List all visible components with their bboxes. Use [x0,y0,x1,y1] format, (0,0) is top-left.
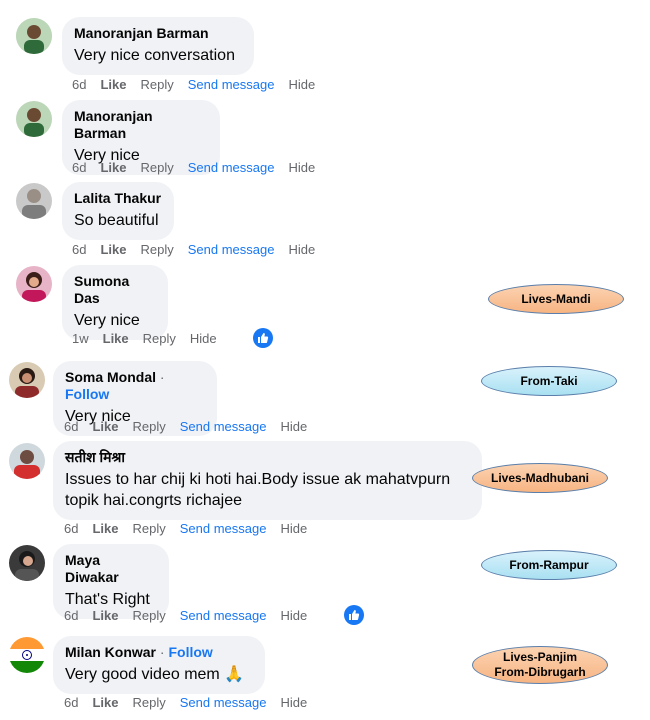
comment-text: Very nice conversation [74,47,235,64]
comment-actions: 6d Like Reply Send message Hide [64,608,321,624]
hide-button[interactable]: Hide [288,160,315,175]
comment-time[interactable]: 6d [64,419,78,434]
comment-actions: 1w Like Reply Hide [72,331,231,347]
comment-time[interactable]: 6d [64,695,78,710]
avatar[interactable] [16,18,52,54]
commenter-name[interactable]: Manoranjan Barman [74,25,242,42]
comment-text: Very nice [74,312,140,329]
avatar[interactable] [16,101,52,137]
avatar[interactable] [16,183,52,219]
send-message-button[interactable]: Send message [180,419,267,434]
comment-actions: 6d Like Reply Send message Hide [64,419,321,435]
india-flag-avatar[interactable] [9,637,45,673]
commenter-name[interactable]: Lalita Thakur [74,190,162,207]
reply-button[interactable]: Reply [140,242,173,257]
like-button[interactable]: Like [92,521,118,536]
follow-button[interactable]: Follow [168,644,212,660]
location-tag: Lives-Madhubani [472,463,608,493]
separator-dot: · [156,644,169,660]
comment-actions: 6d Like Reply Send message Hide [64,695,321,711]
comment-time[interactable]: 6d [64,521,78,536]
commenter-name-text[interactable]: Soma Mondal [65,369,156,385]
location-tag: Lives-Panjim From-Dibrugarh [472,646,608,684]
comment-actions: 6d Like Reply Send message Hide [72,77,329,93]
hide-button[interactable]: Hide [280,521,307,536]
send-message-button[interactable]: Send message [188,160,275,175]
comment-text: That's Right [65,591,150,608]
reply-button[interactable]: Reply [132,608,165,623]
comment-actions: 6d Like Reply Send message Hide [72,160,329,176]
commenter-name[interactable]: Sumona Das [74,273,156,307]
hide-button[interactable]: Hide [288,77,315,92]
hide-button[interactable]: Hide [288,242,315,257]
reply-button[interactable]: Reply [132,419,165,434]
hide-button[interactable]: Hide [280,608,307,623]
comment-time[interactable]: 6d [72,242,86,257]
comment-bubble: Milan Konwar · Follow Very good video me… [53,636,265,694]
comment-bubble: सतीश मिश्रा Issues to har chij ki hoti h… [53,441,482,520]
send-message-button[interactable]: Send message [180,695,267,710]
comment-bubble: Manoranjan Barman Very nice conversation [62,17,254,75]
commenter-name[interactable]: सतीश मिश्रा [65,449,470,466]
thumbs-up-icon[interactable] [344,605,364,625]
comment-actions: 6d Like Reply Send message Hide [72,242,329,258]
commenter-name[interactable]: Soma Mondal · Follow [65,369,205,403]
send-message-button[interactable]: Send message [180,608,267,623]
send-message-button[interactable]: Send message [188,77,275,92]
comment-time[interactable]: 6d [72,77,86,92]
location-tag: From-Rampur [481,550,617,580]
like-button[interactable]: Like [92,695,118,710]
comment-actions: 6d Like Reply Send message Hide [64,521,321,537]
comment-bubble: Sumona Das Very nice [62,265,168,340]
avatar[interactable] [9,443,45,479]
comment-bubble: Lalita Thakur So beautiful [62,182,174,240]
hide-button[interactable]: Hide [190,331,217,346]
location-tag: From-Taki [481,366,617,396]
comment-text: Very good video mem 🙏 [65,666,245,683]
reply-button[interactable]: Reply [140,77,173,92]
like-button[interactable]: Like [92,608,118,623]
separator-dot: · [156,369,165,385]
commenter-name[interactable]: Maya Diwakar [65,552,157,586]
hide-button[interactable]: Hide [280,695,307,710]
commenter-name[interactable]: Milan Konwar · Follow [65,644,253,661]
send-message-button[interactable]: Send message [188,242,275,257]
avatar[interactable] [16,266,52,302]
like-button[interactable]: Like [100,77,126,92]
like-button[interactable]: Like [100,242,126,257]
location-tag: Lives-Mandi [488,284,624,314]
like-button[interactable]: Like [100,160,126,175]
reply-button[interactable]: Reply [132,521,165,536]
comment-time[interactable]: 6d [72,160,86,175]
comment-text: Issues to har chij ki hoti hai.Body issu… [65,471,451,509]
comment-text: So beautiful [74,212,159,229]
like-button[interactable]: Like [92,419,118,434]
comment-time[interactable]: 1w [72,331,89,346]
avatar[interactable] [9,545,45,581]
hide-button[interactable]: Hide [280,419,307,434]
comment-time[interactable]: 6d [64,608,78,623]
like-button[interactable]: Like [103,331,129,346]
reply-button[interactable]: Reply [132,695,165,710]
reply-button[interactable]: Reply [140,160,173,175]
reply-button[interactable]: Reply [143,331,176,346]
commenter-name-text[interactable]: Milan Konwar [65,644,156,660]
avatar[interactable] [9,362,45,398]
send-message-button[interactable]: Send message [180,521,267,536]
commenter-name[interactable]: Manoranjan Barman [74,108,208,142]
follow-button[interactable]: Follow [65,386,109,402]
thumbs-up-icon[interactable] [253,328,273,348]
